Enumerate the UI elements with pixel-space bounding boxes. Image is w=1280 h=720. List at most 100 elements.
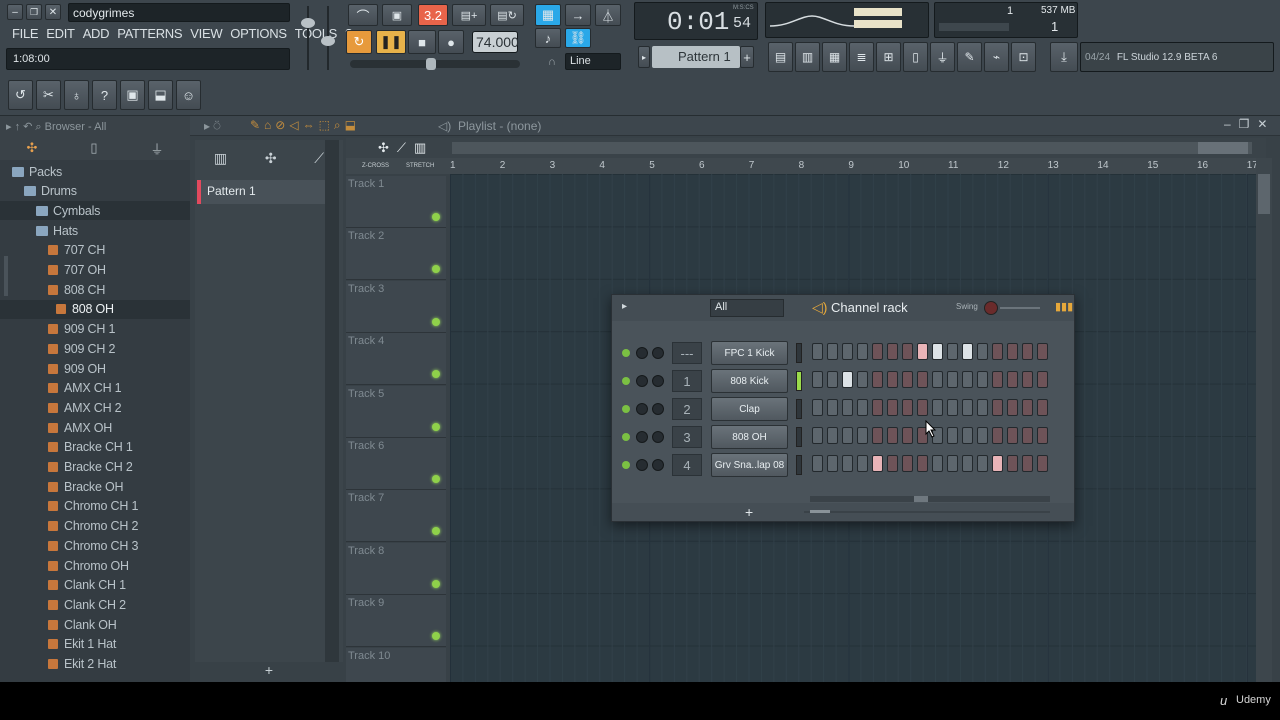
browser-sample-item[interactable]: AMX CH 2	[0, 398, 190, 417]
step-button[interactable]	[872, 455, 883, 472]
track-header[interactable]: Track 5	[346, 385, 446, 438]
channel-pan-knob[interactable]	[636, 375, 648, 387]
track-header[interactable]: Track 3	[346, 280, 446, 333]
loop-record-icon[interactable]: ▤↻	[490, 4, 524, 26]
step-button[interactable]	[962, 371, 973, 388]
channel-pan-knob[interactable]	[636, 431, 648, 443]
pattern-selector[interactable]: Pattern 1	[652, 46, 740, 68]
master-pitch-slider[interactable]	[320, 6, 336, 70]
microphone-icon[interactable]: ♁	[64, 80, 89, 110]
track-header[interactable]: Track 9	[346, 595, 446, 648]
export-icon[interactable]: ⬓	[148, 80, 173, 110]
step-button[interactable]	[1037, 399, 1048, 416]
browser-folder-item[interactable]: Drums	[0, 182, 190, 201]
channel-mute-led[interactable]	[622, 405, 630, 413]
step-button[interactable]	[887, 399, 898, 416]
pause-button[interactable]: ❚❚	[376, 30, 406, 54]
step-button[interactable]	[947, 399, 958, 416]
project-name[interactable]: codygrimes	[68, 3, 290, 22]
step-button[interactable]	[1007, 371, 1018, 388]
track-mute-led[interactable]	[432, 475, 440, 483]
step-button[interactable]	[902, 455, 913, 472]
browser-sample-item[interactable]: 808 CH	[0, 280, 190, 299]
blend-notes-icon[interactable]: ▤+	[452, 4, 486, 26]
picker-add-button[interactable]: +	[195, 662, 343, 682]
undo-history-icon[interactable]: ↺	[8, 80, 33, 110]
step-button[interactable]	[932, 371, 943, 388]
step-button[interactable]	[977, 343, 988, 360]
mixer-icon[interactable]: ≣	[849, 42, 874, 72]
channel-mixer-track[interactable]: 1	[672, 370, 702, 392]
link-icon[interactable]: ⛓	[565, 28, 591, 48]
pattern-song-toggle-icon[interactable]: ↻	[346, 30, 372, 54]
step-button[interactable]	[812, 371, 823, 388]
playlist-edit-tools[interactable]: ✎⌂⊘◁⇔⬚⌕⬓	[250, 118, 360, 133]
step-button[interactable]	[1007, 343, 1018, 360]
menu-file[interactable]: FILE	[12, 26, 39, 41]
channel-name-button[interactable]: 808 Kick	[711, 369, 788, 393]
step-button[interactable]	[872, 343, 883, 360]
channel-volume-knob[interactable]	[652, 459, 664, 471]
cut-icon[interactable]: ✂	[36, 80, 61, 110]
browser-folder-item[interactable]: Packs	[0, 162, 190, 181]
browser-sample-item[interactable]: AMX OH	[0, 418, 190, 437]
step-button[interactable]	[827, 455, 838, 472]
step-button[interactable]	[842, 371, 853, 388]
plugin-picker-icon[interactable]: ⊞	[876, 42, 901, 72]
track-header[interactable]: Track 4	[346, 333, 446, 386]
step-button[interactable]	[872, 399, 883, 416]
step-button[interactable]	[992, 427, 1003, 444]
track-header[interactable]: Track 1	[346, 176, 446, 228]
time-display[interactable]: 0:01 54 M:S:CS	[634, 2, 758, 40]
rack-filter-select[interactable]: All	[710, 299, 784, 317]
step-button[interactable]	[962, 399, 973, 416]
step-button[interactable]	[917, 399, 928, 416]
picker-piano-icon[interactable]: ▥	[214, 150, 227, 167]
step-button[interactable]	[992, 399, 1003, 416]
rack-horizontal-scrollbar[interactable]	[804, 510, 1050, 513]
stop-button[interactable]: ■	[408, 30, 436, 54]
tempo-tapper-icon[interactable]: ⊡	[1011, 42, 1036, 72]
step-button[interactable]	[1037, 427, 1048, 444]
picker-scrollbar[interactable]	[325, 140, 339, 662]
menu-edit[interactable]: EDIT	[46, 26, 75, 41]
news-panel[interactable]: 04/24 FL Studio 12.9 BETA 6	[1080, 42, 1274, 72]
track-mute-led[interactable]	[432, 265, 440, 274]
browser-folder-item[interactable]: Cymbals	[0, 201, 190, 221]
channel-name-button[interactable]: Clap	[711, 397, 788, 421]
step-button[interactable]	[1037, 455, 1048, 472]
browser-scrollbar[interactable]	[4, 256, 8, 296]
add-channel-button[interactable]: +	[745, 504, 753, 520]
piano-roll-icon[interactable]: ▥	[795, 42, 820, 72]
magnet-icon[interactable]: ∩	[548, 56, 556, 68]
rack-menu-icon[interactable]: ▸	[622, 301, 627, 312]
save-icon[interactable]: ▣	[120, 80, 145, 110]
browser-sample-item[interactable]: 707 OH	[0, 261, 190, 280]
rack-step-scrollbar[interactable]	[810, 496, 1050, 502]
step-button[interactable]	[962, 427, 973, 444]
channel-name-button[interactable]: FPC 1 Kick	[711, 341, 788, 365]
download-icon[interactable]: ⤓	[1050, 42, 1078, 72]
channel-rack-titlebar[interactable]: ▸ All ◁) Channel rack Swing ▮▮▮	[612, 295, 1074, 321]
step-button[interactable]	[1037, 343, 1048, 360]
step-button[interactable]	[1022, 455, 1033, 472]
menu-patterns[interactable]: PATTERNS	[117, 26, 182, 41]
plugin-icon[interactable]: ⏚	[930, 42, 955, 72]
channel-volume-knob[interactable]	[652, 431, 664, 443]
browser-sample-item[interactable]: 808 OH	[0, 299, 190, 319]
channel-volume-knob[interactable]	[652, 403, 664, 415]
close-icon[interactable]: ✕	[45, 4, 61, 20]
speaker-icon[interactable]: ◁)	[438, 119, 451, 133]
master-volume-slider[interactable]	[300, 6, 316, 70]
browser-sample-item[interactable]: Chromo CH 2	[0, 517, 190, 536]
channel-mute-led[interactable]	[622, 377, 630, 385]
add-pattern-button[interactable]: +	[740, 46, 754, 68]
wait-record-icon[interactable]: ▣	[382, 4, 412, 26]
channel-name-button[interactable]: Grv Sna..lap 08	[711, 453, 788, 477]
browser-sample-item[interactable]: Clank CH 1	[0, 576, 190, 595]
playlist-vertical-scrollbar[interactable]	[1256, 158, 1272, 682]
track-mute-led[interactable]	[432, 317, 440, 326]
countdown-icon[interactable]: 3.2	[418, 4, 448, 26]
step-button[interactable]	[962, 343, 973, 360]
step-button[interactable]	[812, 455, 823, 472]
